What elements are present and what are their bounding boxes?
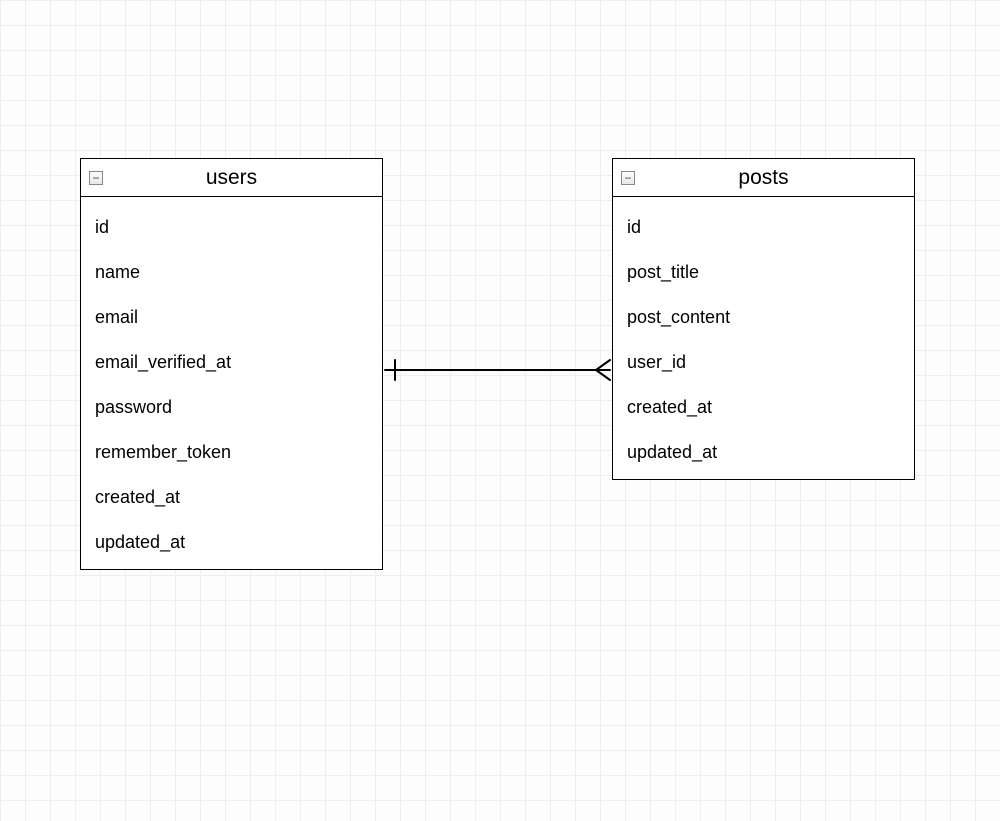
entity-posts-header[interactable]: − posts [613,159,914,197]
collapse-icon[interactable]: − [621,171,635,185]
entity-users[interactable]: − users id name email email_verified_at … [80,158,383,570]
entity-users-title: users [109,166,374,190]
diagram-canvas[interactable]: − users id name email email_verified_at … [0,0,1000,821]
field-posts-post-title: post_title [613,250,914,295]
entity-posts-title: posts [641,166,906,190]
field-users-name: name [81,250,382,295]
entity-posts-body: id post_title post_content user_id creat… [613,197,914,479]
field-users-updated-at: updated_at [81,520,382,565]
field-users-created-at: created_at [81,475,382,520]
field-posts-user-id: user_id [613,340,914,385]
entity-users-body: id name email email_verified_at password… [81,197,382,569]
field-users-email-verified-at: email_verified_at [81,340,382,385]
field-users-email: email [81,295,382,340]
field-posts-id: id [613,205,914,250]
field-users-password: password [81,385,382,430]
entity-users-header[interactable]: − users [81,159,382,197]
field-users-id: id [81,205,382,250]
field-posts-updated-at: updated_at [613,430,914,475]
entity-posts[interactable]: − posts id post_title post_content user_… [612,158,915,480]
field-posts-created-at: created_at [613,385,914,430]
relationship-connector-one-to-many [383,350,612,390]
field-posts-post-content: post_content [613,295,914,340]
field-users-remember-token: remember_token [81,430,382,475]
collapse-icon[interactable]: − [89,171,103,185]
